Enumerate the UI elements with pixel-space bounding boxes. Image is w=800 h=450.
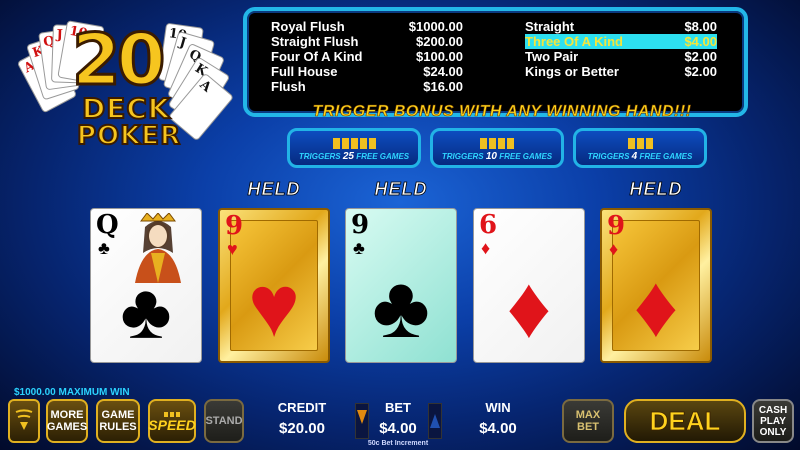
paytable-pay: $1000.00 bbox=[408, 19, 463, 34]
bonus-prefix: TRIGGERS bbox=[441, 152, 484, 161]
playing-card[interactable]: 6 ♦ ♦ bbox=[473, 208, 585, 363]
bet-up-arrow-icon bbox=[430, 414, 440, 428]
paytable-hand: Kings or Better bbox=[525, 64, 619, 79]
held-label: HELD bbox=[374, 179, 428, 200]
paytable-hand: Royal Flush bbox=[271, 19, 345, 34]
card-rank: 9 bbox=[225, 211, 244, 241]
playing-card[interactable]: Q ♣ ♣ bbox=[90, 208, 202, 363]
card-small-suit-icon: ♦ bbox=[609, 239, 619, 259]
logo-deck-text: DECK bbox=[81, 92, 171, 125]
cash-play-only-button[interactable]: CASH PLAY ONLY bbox=[752, 399, 794, 443]
playing-card[interactable]: 9 ♣ ♣ bbox=[345, 208, 457, 363]
card-suit-icon: ♥ bbox=[247, 256, 301, 355]
logo-number: 20 bbox=[70, 19, 166, 101]
held-label: HELD bbox=[247, 179, 301, 200]
playing-card[interactable]: 9 ♦ ♦ bbox=[600, 208, 712, 363]
card-rank: 9 bbox=[351, 210, 370, 240]
paytable: Royal Flush $1000.00 Straight Flush $200.00… bbox=[243, 7, 748, 117]
paytable-row: Three Of A Kind $4.00 bbox=[525, 34, 717, 49]
paytable-row: Straight $8.00 bbox=[525, 19, 717, 34]
card-suit-icon: ♦ bbox=[506, 257, 552, 356]
bet-label: BET bbox=[385, 400, 411, 415]
max-win-label: $1000.00 MAXIMUM WIN bbox=[14, 387, 130, 398]
paytable-pay: $4.00 bbox=[684, 34, 717, 49]
paytable-pay: $8.00 bbox=[684, 19, 717, 34]
bonus-meter: TRIGGERS 10 FREE GAMES bbox=[430, 128, 564, 168]
paytable-hand: Flush bbox=[271, 79, 306, 94]
more-games-button[interactable]: MORE GAMES bbox=[46, 399, 88, 443]
bet-up-button[interactable] bbox=[428, 403, 442, 439]
game-rules-button[interactable]: GAME RULES bbox=[96, 399, 140, 443]
held-label: HELD bbox=[629, 179, 683, 200]
bonus-meter: TRIGGERS 25 FREE GAMES bbox=[287, 128, 421, 168]
card-rank: Q bbox=[96, 210, 119, 240]
bonus-suffix: FREE GAMES bbox=[356, 152, 410, 161]
card-rank: 6 bbox=[479, 210, 498, 240]
speed-button[interactable]: SPEED bbox=[148, 399, 196, 443]
bonus-count: 25 bbox=[342, 151, 354, 162]
card-suit-icon: ♦ bbox=[633, 256, 679, 355]
credit-value: $20.00 bbox=[279, 420, 325, 437]
bonus-count: 10 bbox=[485, 151, 497, 162]
paytable-row: Four Of A Kind $100.00 bbox=[271, 49, 463, 64]
bonus-prefix: TRIGGERS bbox=[587, 152, 630, 161]
bonus-text: TRIGGERS 25 FREE GAMES bbox=[290, 151, 418, 162]
paytable-pay: $2.00 bbox=[684, 49, 717, 64]
logo-poker-text: POKER bbox=[76, 121, 182, 151]
bonus-meter: TRIGGERS 4 FREE GAMES bbox=[573, 128, 707, 168]
game-logo: AKQJ10 10JQKA 20 DECK POKER bbox=[16, 19, 235, 155]
deal-button[interactable]: DEAL bbox=[624, 399, 746, 443]
bonus-text: TRIGGERS 4 FREE GAMES bbox=[576, 151, 704, 162]
paytable-hand: Straight bbox=[525, 19, 575, 34]
card-small-suit-icon: ♥ bbox=[227, 239, 238, 259]
paytable-pay: $24.00 bbox=[423, 64, 463, 79]
card-small-suit-icon: ♣ bbox=[353, 238, 365, 258]
paytable-row: Straight Flush $200.00 bbox=[271, 34, 463, 49]
card-suit-icon: ♣ bbox=[372, 257, 430, 356]
paytable-row: Kings or Better $2.00 bbox=[525, 64, 717, 79]
bonus-count: 4 bbox=[631, 151, 638, 162]
paytable-pay: $16.00 bbox=[423, 79, 463, 94]
bet-down-button[interactable] bbox=[355, 403, 369, 439]
paytable-hand: Straight Flush bbox=[271, 34, 359, 49]
bonus-suffix: FREE GAMES bbox=[639, 152, 693, 161]
bonus-prefix: TRIGGERS bbox=[298, 152, 341, 161]
paytable-pay: $200.00 bbox=[416, 34, 463, 49]
paytable-row: Full House $24.00 bbox=[271, 64, 463, 79]
bet-value: $4.00 bbox=[379, 420, 417, 437]
max-bet-button[interactable]: MAX BET bbox=[562, 399, 614, 443]
paytable-hand: Full House bbox=[271, 64, 338, 79]
paytable-hand: Four Of A Kind bbox=[271, 49, 363, 64]
card-rank: 9 bbox=[607, 211, 626, 241]
bonus-suffix: FREE GAMES bbox=[499, 152, 553, 161]
speaker-icon bbox=[15, 409, 33, 430]
bet-increment-note: 50c Bet Increment bbox=[367, 440, 429, 447]
speed-label: SPEED bbox=[148, 417, 196, 433]
paytable-hand: Three Of A Kind bbox=[525, 34, 623, 49]
card-suit-icon: ♣ bbox=[120, 267, 172, 355]
win-label: WIN bbox=[485, 400, 511, 415]
paytable-hand: Two Pair bbox=[525, 49, 579, 64]
credit-label: CREDIT bbox=[277, 400, 327, 415]
sound-button[interactable] bbox=[8, 399, 40, 443]
paytable-row: Two Pair $2.00 bbox=[525, 49, 717, 64]
win-value: $4.00 bbox=[479, 420, 517, 437]
stand-button[interactable]: STAND bbox=[204, 399, 244, 443]
bet-down-arrow-icon bbox=[357, 410, 367, 424]
paytable-pay: $100.00 bbox=[416, 49, 463, 64]
paytable-row: Royal Flush $1000.00 bbox=[271, 19, 463, 34]
paytable-row: Flush $16.00 bbox=[271, 79, 463, 94]
paytable-pay: $2.00 bbox=[684, 64, 717, 79]
bonus-text: TRIGGERS 10 FREE GAMES bbox=[433, 151, 561, 162]
playing-card[interactable]: 9 ♥ ♥ bbox=[218, 208, 330, 363]
card-small-suit-icon: ♦ bbox=[481, 238, 491, 258]
card-small-suit-icon: ♣ bbox=[98, 238, 110, 258]
trigger-bonus-banner: TRIGGER BONUS WITH ANY WINNING HAND!!! bbox=[312, 103, 692, 121]
